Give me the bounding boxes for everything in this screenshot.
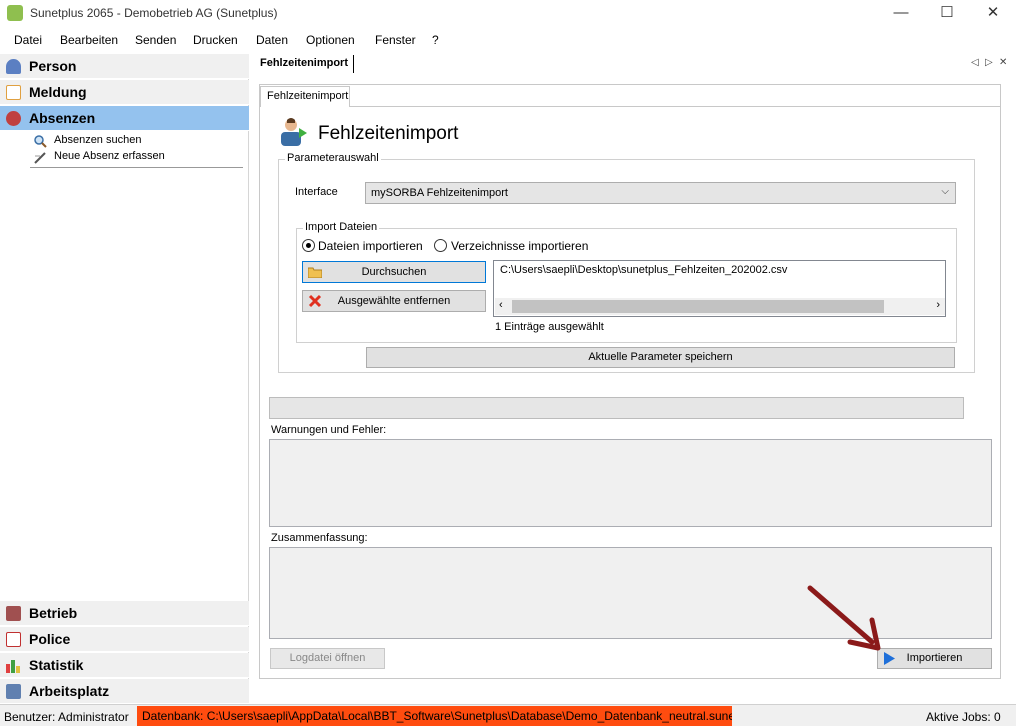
pen-icon: [34, 151, 47, 164]
title-bar: Sunetplus 2065 - Demobetrieb AG (Sunetpl…: [0, 0, 1016, 28]
scroll-left-icon[interactable]: ‹: [499, 299, 503, 311]
menu-drucken[interactable]: Drucken: [193, 33, 238, 47]
nav-meldung[interactable]: Meldung: [0, 80, 249, 105]
open-logfile-button[interactable]: Logdatei öffnen: [270, 648, 385, 669]
folder-icon: [307, 265, 323, 279]
summary-label: Zusammenfassung:: [271, 532, 368, 544]
tab-next-icon[interactable]: ▷: [985, 57, 993, 68]
document-tab[interactable]: Fehlzeitenimport: [255, 55, 355, 73]
maximize-button[interactable]: ☐: [924, 0, 970, 28]
bar-chart-icon: [6, 658, 21, 673]
minimize-button[interactable]: —: [878, 0, 924, 28]
nav-betrieb[interactable]: Betrieb: [0, 601, 249, 626]
nav-person-label: Person: [29, 58, 77, 74]
nav-statistik[interactable]: Statistik: [0, 653, 249, 678]
annotation-arrow-icon: [807, 585, 881, 651]
app-icon: [7, 5, 23, 21]
menu-daten[interactable]: Daten: [256, 33, 288, 47]
nav-meldung-label: Meldung: [29, 84, 87, 100]
radio-files[interactable]: [302, 239, 315, 252]
form-title: Fehlzeitenimport: [318, 123, 459, 144]
menu-fenster[interactable]: Fenster: [375, 33, 416, 47]
scrollbar-thumb[interactable]: [512, 300, 884, 313]
menu-bar: Datei Bearbeiten Senden Drucken Daten Op…: [0, 28, 1016, 52]
nav-arbeitsplatz[interactable]: Arbeitsplatz: [0, 679, 249, 704]
remove-selected-button[interactable]: Ausgewählte entfernen: [302, 290, 486, 312]
import-button[interactable]: Importieren: [877, 648, 992, 669]
radio-directories[interactable]: [434, 239, 447, 252]
delete-icon: [308, 294, 322, 308]
magnifier-icon: [34, 135, 47, 148]
import-button-label: Importieren: [906, 652, 963, 664]
user-import-icon: [277, 116, 309, 148]
nav-arbeitsplatz-label: Arbeitsplatz: [29, 683, 110, 699]
nav-betrieb-label: Betrieb: [29, 605, 78, 621]
tab-fehlzeitenimport[interactable]: Fehlzeitenimport: [260, 86, 350, 107]
remove-selected-label: Ausgewählte entfernen: [337, 295, 451, 307]
radio-directories-label: Verzeichnisse importieren: [451, 239, 589, 253]
interface-select[interactable]: mySORBA Fehlzeitenimport ⌵: [365, 182, 956, 204]
nav-absenzen-label: Absenzen: [29, 110, 96, 126]
selection-count: 1 Einträge ausgewählt: [495, 321, 604, 333]
progress-bar: [269, 397, 964, 419]
menu-senden[interactable]: Senden: [135, 33, 176, 47]
sidebar-item-label: Absenzen suchen: [54, 134, 142, 146]
factory-icon: [6, 606, 21, 621]
status-active-jobs: Aktive Jobs: 0: [926, 710, 1001, 724]
absence-icon: [6, 111, 21, 126]
save-parameters-button[interactable]: Aktuelle Parameter speichern: [366, 347, 955, 368]
computer-icon: [6, 684, 21, 699]
warnings-textarea[interactable]: [269, 439, 992, 527]
person-icon: [6, 59, 21, 74]
nav-statistik-label: Statistik: [29, 657, 84, 673]
menu-optionen[interactable]: Optionen: [306, 33, 355, 47]
nav-police[interactable]: Police: [0, 627, 249, 652]
nav-person[interactable]: Person: [0, 54, 249, 79]
envelope-icon: [6, 85, 21, 100]
status-database: Datenbank: C:\Users\saepli\AppData\Local…: [137, 706, 732, 726]
file-list-entry[interactable]: C:\Users\saepli\Desktop\sunetplus_Fehlze…: [500, 264, 787, 276]
nav-police-label: Police: [29, 631, 71, 647]
import-group-label: Import Dateien: [303, 221, 380, 233]
browse-button-label: Durchsuchen: [361, 266, 427, 278]
chevron-down-icon: ⌵: [941, 186, 949, 197]
menu-bearbeiten[interactable]: Bearbeiten: [60, 33, 118, 47]
status-bar: Benutzer: Administrator Datenbank: C:\Us…: [0, 704, 1016, 726]
tab-prev-icon[interactable]: ◁: [971, 57, 979, 68]
menu-help[interactable]: ?: [432, 33, 439, 47]
tab-close-icon[interactable]: ✕: [999, 57, 1007, 68]
interface-value: mySORBA Fehlzeitenimport: [371, 187, 508, 199]
menu-datei[interactable]: Datei: [14, 33, 42, 47]
sidebar: Person Meldung Absenzen Absenzen suchen …: [0, 54, 249, 704]
document-icon: [6, 632, 21, 647]
sidebar-item-label: Neue Absenz erfassen: [54, 150, 165, 162]
scroll-right-icon[interactable]: ›: [936, 299, 940, 311]
window-title: Sunetplus 2065 - Demobetrieb AG (Sunetpl…: [30, 6, 278, 20]
file-list[interactable]: C:\Users\saepli\Desktop\sunetplus_Fehlze…: [493, 260, 946, 317]
parameter-group-label: Parameterauswahl: [285, 152, 381, 164]
file-list-scrollbar[interactable]: ‹ ›: [495, 298, 945, 315]
status-user: Benutzer: Administrator: [4, 710, 129, 724]
radio-files-label: Dateien importieren: [318, 239, 423, 253]
nav-absenzen[interactable]: Absenzen: [0, 106, 249, 131]
browse-button[interactable]: Durchsuchen: [302, 261, 486, 283]
close-window-button[interactable]: ✕: [970, 0, 1016, 28]
interface-label: Interface: [295, 186, 338, 198]
warnings-label: Warnungen und Fehler:: [271, 424, 387, 436]
sidebar-divider: [30, 167, 243, 168]
